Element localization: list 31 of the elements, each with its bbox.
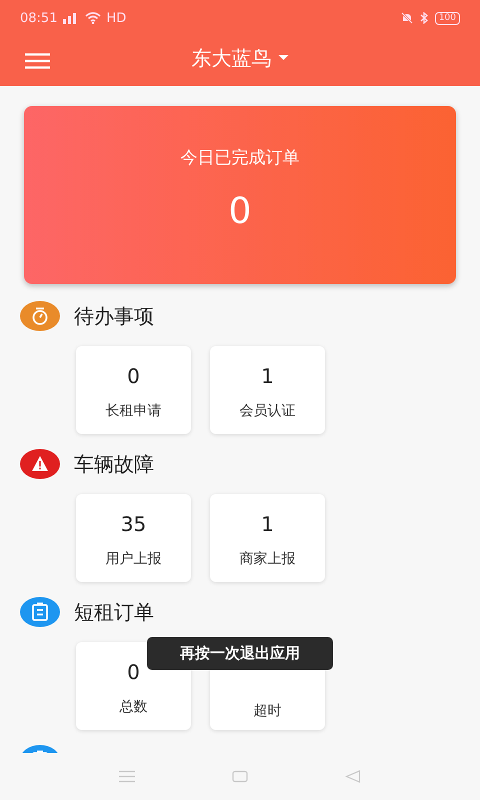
section-title: 车辆故障 xyxy=(74,450,154,478)
menu-icon[interactable] xyxy=(118,770,135,783)
tile-value: 1 xyxy=(261,364,274,388)
tile-label: 会员认证 xyxy=(240,402,296,420)
tile-label: 总数 xyxy=(120,698,148,716)
battery-indicator: 100 xyxy=(434,12,460,24)
summary-value: 0 xyxy=(228,191,252,232)
wifi-icon xyxy=(85,12,102,24)
tile-value: 35 xyxy=(120,512,146,536)
tile-value: 0 xyxy=(127,364,140,388)
tile-label: 用户上报 xyxy=(106,550,162,568)
stat-tile[interactable]: 0 长租申请 xyxy=(76,346,191,434)
mute-icon xyxy=(400,12,413,24)
home-icon[interactable] xyxy=(232,770,248,783)
tile-value: 1 xyxy=(261,512,274,536)
status-time: 08:51 xyxy=(20,10,58,26)
tile-label: 长租申请 xyxy=(106,402,162,420)
tile-value: 0 xyxy=(127,660,140,684)
section-title: 待办事项 xyxy=(74,302,154,330)
stat-tile[interactable]: 1 商家上报 xyxy=(210,494,325,582)
menu-icon[interactable] xyxy=(25,53,50,69)
stat-tile[interactable]: 1 会员认证 xyxy=(210,346,325,434)
tile-label: 超时 xyxy=(254,702,282,720)
caret-icon[interactable] xyxy=(278,55,288,61)
stat-tile[interactable]: 35 用户上报 xyxy=(76,494,191,582)
tile-label: 商家上报 xyxy=(240,550,296,568)
section-title: 短租订单 xyxy=(74,598,154,626)
back-icon[interactable] xyxy=(345,770,362,783)
exit-toast: 再按一次退出应用 xyxy=(147,637,333,670)
summary-label: 今日已完成订单 xyxy=(180,147,300,169)
network-label: HD xyxy=(106,10,126,26)
